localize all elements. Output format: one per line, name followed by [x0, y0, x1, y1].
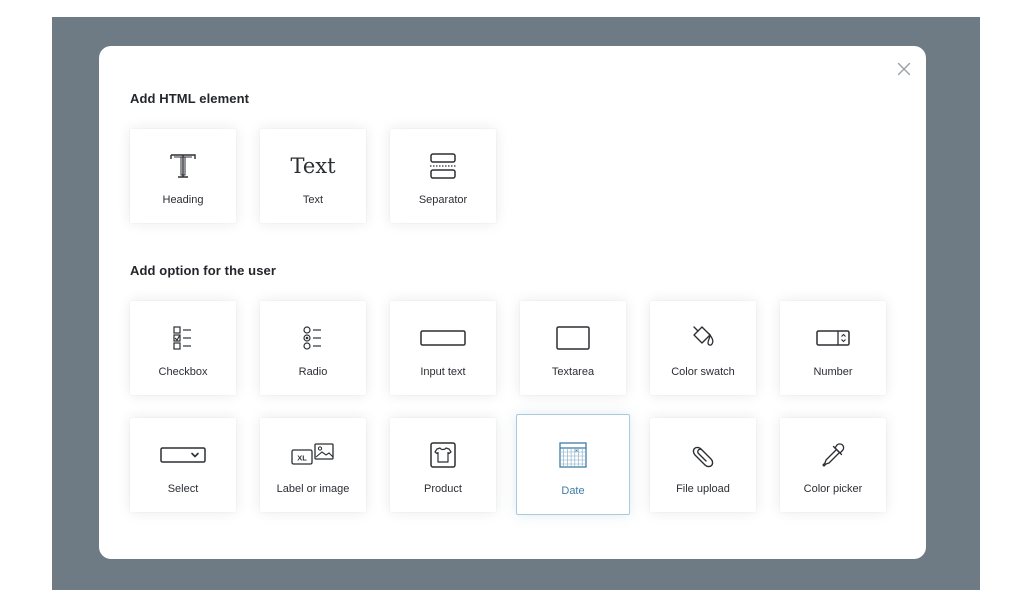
radio-icon: [293, 321, 333, 355]
tile-label: Label or image: [276, 483, 350, 495]
tile-label: Text: [302, 194, 324, 206]
tile-product[interactable]: Product: [390, 418, 496, 512]
tile-radio[interactable]: Radio: [260, 301, 366, 395]
tile-label: Heading: [162, 194, 204, 206]
tile-label: Select: [167, 483, 199, 495]
tile-label: Product: [424, 483, 462, 495]
tile-number[interactable]: Number: [780, 301, 886, 395]
close-button[interactable]: [895, 60, 913, 78]
tile-color-picker[interactable]: Color picker: [780, 418, 886, 512]
text-icon: Text: [283, 149, 343, 183]
date-icon: [553, 438, 593, 472]
color-swatch-icon: [683, 321, 723, 355]
number-icon: [813, 321, 853, 355]
tile-label: Number: [813, 366, 853, 378]
tile-separator[interactable]: Separator: [390, 129, 496, 223]
close-icon: [897, 62, 911, 76]
tile-input-text[interactable]: Input text: [390, 301, 496, 395]
tile-text[interactable]: Text Text: [260, 129, 366, 223]
tile-label: Textarea: [551, 366, 595, 378]
tile-label: Radio: [298, 366, 328, 378]
tile-file-upload[interactable]: File upload: [650, 418, 756, 512]
tile-date[interactable]: Date: [516, 414, 630, 515]
checkbox-icon: [163, 321, 203, 355]
tile-label: Separator: [418, 194, 468, 206]
input-text-icon: [418, 321, 468, 355]
tile-label: Input text: [420, 366, 466, 378]
product-icon: [423, 438, 463, 472]
file-upload-icon: [683, 438, 723, 472]
xl-badge: XL: [297, 454, 307, 463]
tile-heading[interactable]: Heading: [130, 129, 236, 223]
tile-label: Color picker: [803, 483, 863, 495]
separator-icon: [423, 149, 463, 183]
tile-label: Checkbox: [158, 366, 208, 378]
textarea-icon: [553, 321, 593, 355]
tile-select[interactable]: Select: [130, 418, 236, 512]
tile-color-swatch[interactable]: Color swatch: [650, 301, 756, 395]
tile-label: Color swatch: [671, 366, 735, 378]
tile-label: Date: [561, 485, 585, 497]
tile-textarea[interactable]: Textarea: [520, 301, 626, 395]
heading-icon: [163, 149, 203, 183]
select-icon: [158, 438, 208, 472]
tile-label-or-image[interactable]: XL Label or image: [260, 418, 366, 512]
section-title-user-option: Add option for the user: [130, 263, 277, 278]
text-icon-glyph: Text: [290, 154, 336, 178]
label-or-image-icon: XL: [288, 438, 338, 472]
section-title-html-element: Add HTML element: [130, 91, 250, 106]
add-element-modal: Add HTML element Heading Text Text Separ…: [99, 46, 926, 559]
tile-label: File upload: [676, 483, 730, 495]
tile-checkbox[interactable]: Checkbox: [130, 301, 236, 395]
color-picker-icon: [813, 438, 853, 472]
